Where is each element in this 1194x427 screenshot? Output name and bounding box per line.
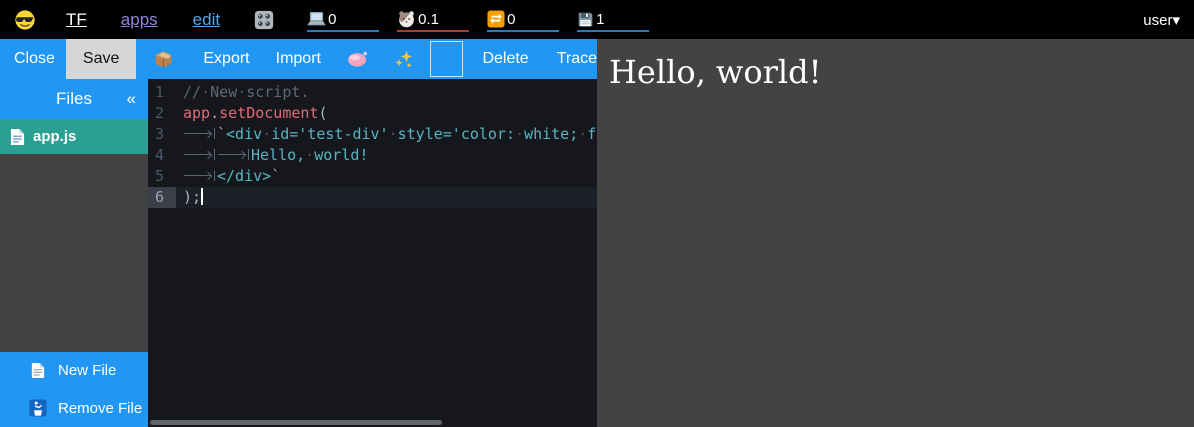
files-header-label: Files bbox=[56, 89, 92, 109]
memory-stat: 0.1 bbox=[397, 8, 469, 32]
new-file-button[interactable]: New File bbox=[0, 352, 148, 390]
line-number: 1 bbox=[148, 82, 176, 103]
tab-marker bbox=[217, 149, 249, 160]
saves-stat: 1 bbox=[577, 8, 649, 32]
trace-button[interactable]: Trace bbox=[557, 39, 597, 79]
horizontal-scrollbar-thumb[interactable] bbox=[150, 420, 442, 425]
sparkles-icon bbox=[394, 49, 414, 69]
laptop-icon bbox=[307, 11, 326, 28]
brand-link[interactable]: TF bbox=[66, 10, 87, 30]
code-lines: 1//·New·script.2app.setDocument(3`<div·i… bbox=[148, 82, 597, 208]
line-number: 3 bbox=[148, 124, 176, 145]
import-button[interactable]: Import bbox=[276, 39, 321, 79]
top-bar: TF apps edit 0 0.1 bbox=[0, 0, 1194, 39]
file-actions-panel: New File Remove File bbox=[0, 352, 148, 427]
delete-button[interactable]: Delete bbox=[482, 39, 528, 79]
new-file-label: New File bbox=[58, 362, 116, 379]
nav-link-edit[interactable]: edit bbox=[193, 10, 220, 30]
code-text: //·New·script. bbox=[176, 82, 309, 103]
line-number: 6 bbox=[148, 187, 176, 208]
memory-stat-value: 0.1 bbox=[418, 11, 439, 28]
package-button[interactable] bbox=[153, 39, 174, 79]
preview-hello-text: Hello, world! bbox=[609, 53, 1194, 91]
text-cursor bbox=[201, 188, 203, 205]
app-preview-pane: Hello, world! bbox=[597, 39, 1194, 427]
user-menu[interactable]: user▾ bbox=[1143, 11, 1180, 29]
editor-toolbar: Close Save Export Import Delete Trace bbox=[0, 39, 597, 79]
litter-bin-icon bbox=[28, 399, 48, 417]
saves-stat-value: 1 bbox=[596, 11, 604, 28]
new-file-page-icon bbox=[28, 362, 48, 379]
code-line[interactable]: 3`<div·id='test-div'·style='color:·white… bbox=[148, 124, 597, 145]
remove-file-button[interactable]: Remove File bbox=[0, 390, 148, 427]
empty-toolbar-button[interactable] bbox=[430, 41, 463, 77]
cpu-stat: 0 bbox=[307, 8, 379, 32]
collapse-sidebar-icon[interactable]: « bbox=[127, 89, 136, 109]
code-editor[interactable]: 1//·New·script.2app.setDocument(3`<div·i… bbox=[148, 79, 597, 427]
remove-file-label: Remove File bbox=[58, 400, 142, 417]
file-page-icon bbox=[10, 128, 25, 146]
line-number: 5 bbox=[148, 166, 176, 187]
soap-button[interactable] bbox=[347, 39, 369, 79]
tab-marker bbox=[183, 128, 215, 139]
code-line[interactable]: 5</div>` bbox=[148, 166, 597, 187]
files-panel-header: Files « bbox=[0, 79, 148, 119]
code-text: Hello,·world! bbox=[176, 145, 368, 166]
code-text: app.setDocument( bbox=[176, 103, 328, 124]
soap-icon bbox=[347, 50, 369, 68]
repeat-icon bbox=[487, 10, 505, 28]
save-button[interactable]: Save bbox=[66, 39, 136, 79]
tab-marker bbox=[183, 149, 215, 160]
export-button[interactable]: Export bbox=[203, 39, 249, 79]
sparkles-button[interactable] bbox=[394, 39, 414, 79]
code-line[interactable]: 4Hello,·world! bbox=[148, 145, 597, 166]
package-icon bbox=[153, 49, 174, 70]
file-list-empty-area bbox=[0, 154, 148, 352]
code-text: `<div·id='test-div'·style='color:·white;… bbox=[176, 124, 596, 145]
repeat-stat: 0 bbox=[487, 8, 559, 32]
code-text: ); bbox=[176, 187, 203, 208]
smiley-sunglasses-icon[interactable] bbox=[14, 9, 36, 31]
cpu-stat-value: 0 bbox=[328, 11, 336, 28]
file-item-label: app.js bbox=[33, 128, 76, 145]
tab-marker bbox=[183, 170, 215, 181]
code-line[interactable]: 1//·New·script. bbox=[148, 82, 597, 103]
code-line[interactable]: 6); bbox=[148, 187, 597, 208]
code-line[interactable]: 2app.setDocument( bbox=[148, 103, 597, 124]
repeat-stat-value: 0 bbox=[507, 11, 515, 28]
hamster-icon bbox=[397, 10, 416, 28]
file-item-appjs[interactable]: app.js bbox=[0, 119, 148, 154]
floppy-disk-icon bbox=[577, 11, 594, 28]
nav-link-apps[interactable]: apps bbox=[121, 10, 158, 30]
close-button[interactable]: Close bbox=[14, 39, 55, 79]
code-text: </div>` bbox=[176, 166, 280, 187]
line-number: 4 bbox=[148, 145, 176, 166]
control-knobs-icon[interactable] bbox=[253, 9, 275, 31]
line-number: 2 bbox=[148, 103, 176, 124]
